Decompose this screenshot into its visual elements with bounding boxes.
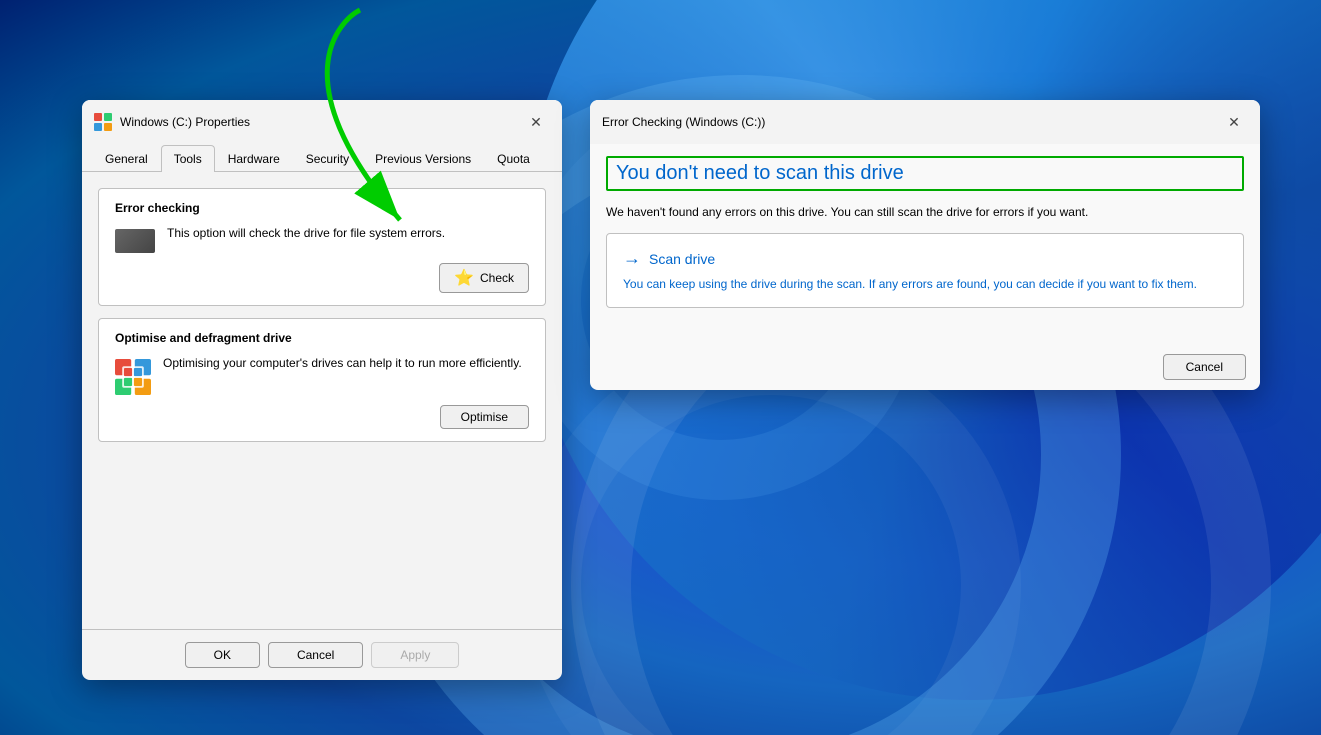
error-cancel-button[interactable]: Cancel	[1163, 354, 1246, 380]
error-dialog-footer: Cancel	[590, 344, 1260, 390]
properties-tabs: General Tools Hardware Security Previous…	[82, 144, 562, 172]
scan-drive-box[interactable]: → Scan drive You can keep using the driv…	[606, 233, 1244, 308]
tab-general[interactable]: General	[92, 145, 161, 172]
error-checking-actions: ⭐ Check	[115, 263, 529, 293]
scan-drive-label: Scan drive	[649, 251, 715, 267]
no-errors-text: We haven't found any errors on this driv…	[606, 203, 1244, 221]
tab-security[interactable]: Security	[293, 145, 362, 172]
error-checking-row: This option will check the drive for fil…	[115, 225, 529, 253]
error-checking-dialog: Error Checking (Windows (C:)) ✕ You don'…	[590, 100, 1260, 390]
scan-drive-link: → Scan drive	[623, 248, 1227, 269]
tab-hardware[interactable]: Hardware	[215, 145, 293, 172]
properties-footer: OK Cancel Apply	[82, 629, 562, 680]
optimise-row: Optimising your computer's drives can he…	[115, 355, 529, 395]
drive-icon	[115, 229, 155, 253]
tab-previous-versions[interactable]: Previous Versions	[362, 145, 484, 172]
scan-drive-arrow-icon: →	[623, 248, 641, 269]
properties-title: Windows (C:) Properties	[120, 115, 514, 129]
properties-content: Error checking This option will check th…	[82, 172, 562, 629]
error-dialog-title: Error Checking (Windows (C:))	[602, 115, 1212, 129]
properties-dialog: Windows (C:) Properties ✕ General Tools …	[82, 100, 562, 680]
optimise-section: Optimise and defragment drive Optimising…	[98, 318, 546, 442]
check-button-label: Check	[480, 271, 514, 285]
check-button[interactable]: ⭐ Check	[439, 263, 529, 293]
error-checking-desc: This option will check the drive for fil…	[167, 225, 529, 242]
error-checking-title: Error checking	[115, 201, 529, 215]
check-star-icon: ⭐	[454, 268, 474, 288]
error-dialog-close-button[interactable]: ✕	[1220, 108, 1248, 136]
ok-button[interactable]: OK	[185, 642, 260, 668]
apply-button[interactable]: Apply	[371, 642, 459, 668]
no-scan-heading: You don't need to scan this drive	[606, 156, 1244, 191]
error-dialog-titlebar: Error Checking (Windows (C:)) ✕	[590, 100, 1260, 144]
optimise-button[interactable]: Optimise	[440, 405, 529, 429]
optimise-desc: Optimising your computer's drives can he…	[163, 355, 529, 372]
cancel-button[interactable]: Cancel	[268, 642, 363, 668]
optimise-title: Optimise and defragment drive	[115, 331, 529, 345]
optimise-actions: Optimise	[115, 405, 529, 429]
properties-icon	[94, 113, 112, 131]
properties-titlebar: Windows (C:) Properties ✕	[82, 100, 562, 144]
properties-close-button[interactable]: ✕	[522, 108, 550, 136]
tab-tools[interactable]: Tools	[161, 145, 215, 172]
scan-drive-desc: You can keep using the drive during the …	[623, 275, 1227, 293]
tab-quota[interactable]: Quota	[484, 145, 543, 172]
defrag-icon	[115, 359, 151, 395]
error-checking-section: Error checking This option will check th…	[98, 188, 546, 306]
